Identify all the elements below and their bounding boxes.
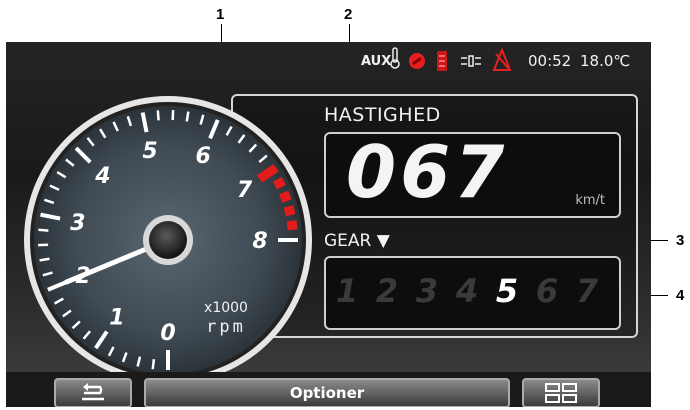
callout-2: 2 bbox=[344, 6, 353, 23]
gauge-unit-line2: rpm bbox=[206, 317, 246, 337]
back-arrow-icon bbox=[82, 383, 104, 401]
battery-icon bbox=[437, 51, 447, 71]
gauge-hub bbox=[149, 221, 187, 259]
gauge-scale-label: 0 bbox=[160, 321, 175, 346]
callout-3: 3 bbox=[676, 232, 685, 249]
gauge-tick bbox=[286, 220, 298, 231]
gauge-scale-label: 8 bbox=[252, 229, 267, 254]
back-button[interactable] bbox=[54, 378, 132, 407]
lights-icon bbox=[461, 55, 481, 67]
gauge-scale-label: 3 bbox=[70, 211, 85, 236]
gauge-scale-label: 5 bbox=[142, 139, 157, 164]
callout-1: 1 bbox=[216, 6, 225, 23]
options-label: Optioner bbox=[289, 384, 365, 402]
speed-title: HASTIGHED bbox=[324, 104, 441, 126]
warning-person-icon bbox=[492, 48, 512, 71]
gear-number: 5 bbox=[495, 272, 519, 310]
speed-display: 067 km/t bbox=[324, 130, 621, 218]
gear-number: 3 bbox=[415, 272, 439, 310]
options-button[interactable]: Optioner bbox=[144, 378, 510, 407]
no-entry-icon bbox=[409, 53, 425, 69]
speed-value: 067 bbox=[346, 130, 509, 214]
gauge-scale-label: 1 bbox=[109, 305, 124, 330]
grid-menu-button[interactable] bbox=[522, 378, 600, 407]
gauge-scale-label: 4 bbox=[94, 164, 110, 189]
gauge-tick bbox=[185, 111, 190, 122]
gear-display: 1 2 3 4 5 6 7 bbox=[324, 256, 621, 330]
callout-4: 4 bbox=[676, 287, 685, 304]
thermometer-icon bbox=[390, 47, 400, 69]
temperature: 18.0℃ bbox=[580, 52, 631, 70]
gauge-tick bbox=[283, 205, 296, 217]
status-bar: AUX 00:52 18.0℃ bbox=[6, 42, 651, 82]
gear-number: 4 bbox=[455, 272, 479, 310]
gear-number: 2 bbox=[375, 272, 399, 310]
speed-unit: km/t bbox=[575, 193, 605, 208]
grid-menu-icon bbox=[545, 383, 577, 403]
gauge-tick bbox=[39, 257, 50, 262]
gauge-tick bbox=[272, 176, 286, 190]
gear-number: 6 bbox=[535, 272, 559, 310]
gear-number: 7 bbox=[575, 272, 599, 310]
gauge-scale-label: 6 bbox=[196, 144, 211, 169]
clock: 00:52 bbox=[528, 52, 572, 70]
gauge-unit-line1: x1000 bbox=[204, 300, 248, 316]
gear-number: 1 bbox=[335, 272, 359, 310]
gauge-tick bbox=[151, 359, 156, 370]
gauge-tick bbox=[279, 190, 292, 203]
device-screen: AUX 00:52 18.0℃ 0 1 3 4 5 6 7 8 x1000 rp… bbox=[6, 42, 651, 407]
gauge-scale-label: 7 bbox=[237, 178, 253, 203]
tachometer-gauge: 012345678 x1000 rpm bbox=[24, 96, 312, 384]
gauge-tick bbox=[156, 110, 160, 121]
gear-title[interactable]: GEAR ▼ bbox=[324, 231, 390, 251]
bottom-bar: Optioner bbox=[6, 372, 651, 407]
aux-label: AUX bbox=[361, 54, 392, 69]
gauge-tick bbox=[38, 228, 49, 232]
